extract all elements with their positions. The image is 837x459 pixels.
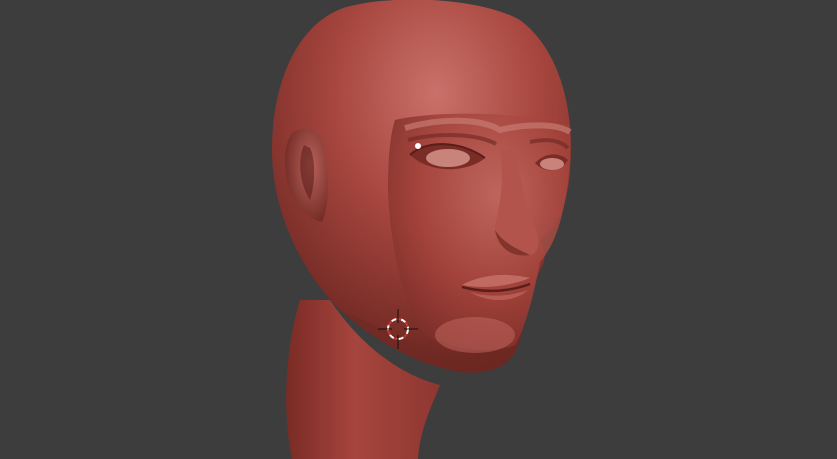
viewport-canvas[interactable] <box>0 0 837 459</box>
3d-viewport[interactable] <box>0 0 837 459</box>
chin-highlight <box>435 317 515 353</box>
face <box>388 113 571 351</box>
vertex-marker <box>415 143 421 149</box>
